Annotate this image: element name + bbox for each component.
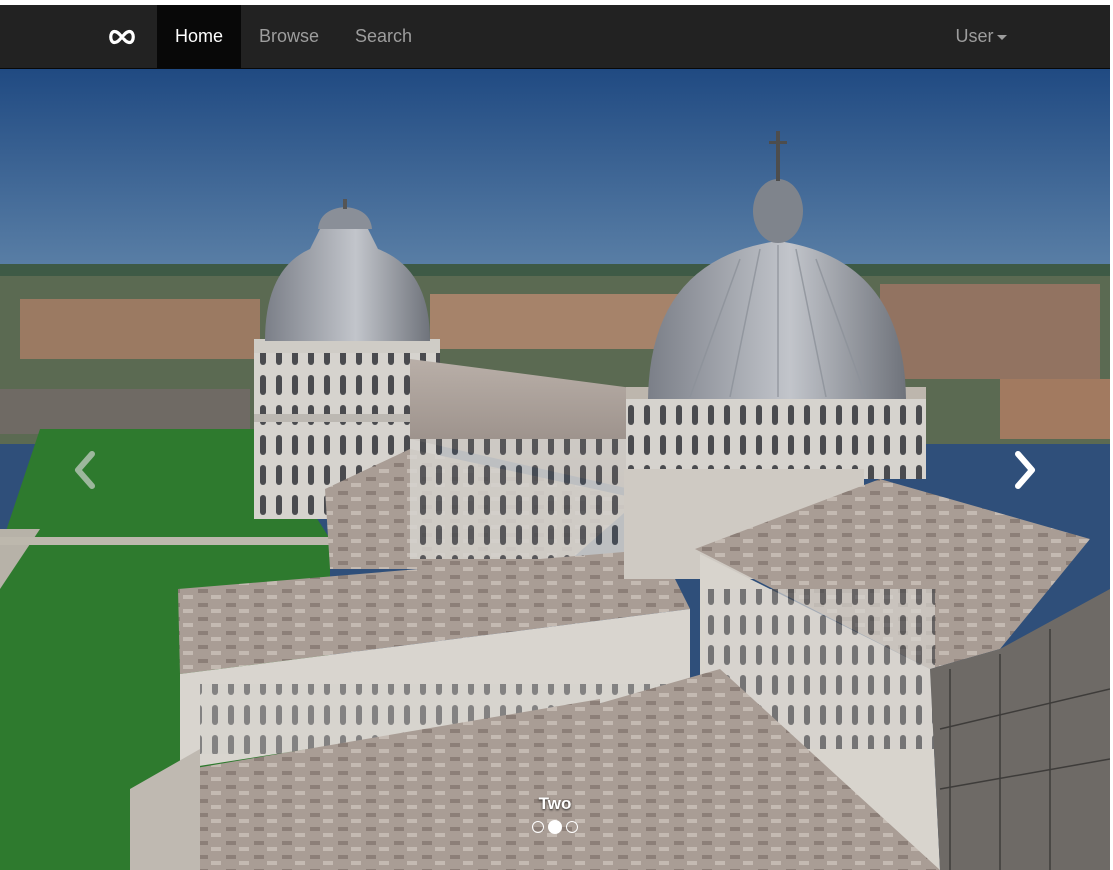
carousel-indicator-2[interactable]: [548, 820, 562, 834]
nav-search[interactable]: Search: [341, 5, 426, 68]
carousel-prev-button[interactable]: [0, 69, 170, 870]
top-navbar: Home Browse Search User: [0, 5, 1110, 69]
chevron-right-icon: [1015, 450, 1035, 489]
chevron-left-icon: [75, 450, 95, 489]
nav-home[interactable]: Home: [157, 5, 241, 68]
user-menu-label: User: [955, 26, 994, 46]
nav-browse[interactable]: Browse: [248, 5, 330, 68]
slide-caption: Two: [538, 794, 572, 813]
carousel-next-button[interactable]: [940, 69, 1110, 870]
carousel-indicator-1[interactable]: [532, 821, 544, 833]
user-menu-dropdown[interactable]: User: [942, 5, 1020, 68]
carousel-indicator-3[interactable]: [566, 821, 578, 833]
page: Home Browse Search User Two: [0, 0, 1113, 870]
image-carousel: Two: [0, 69, 1110, 870]
caret-down-icon: [996, 34, 1007, 40]
carousel-indicators: [0, 820, 1110, 834]
brand-logo[interactable]: [100, 5, 144, 68]
infinity-icon: [109, 29, 135, 44]
